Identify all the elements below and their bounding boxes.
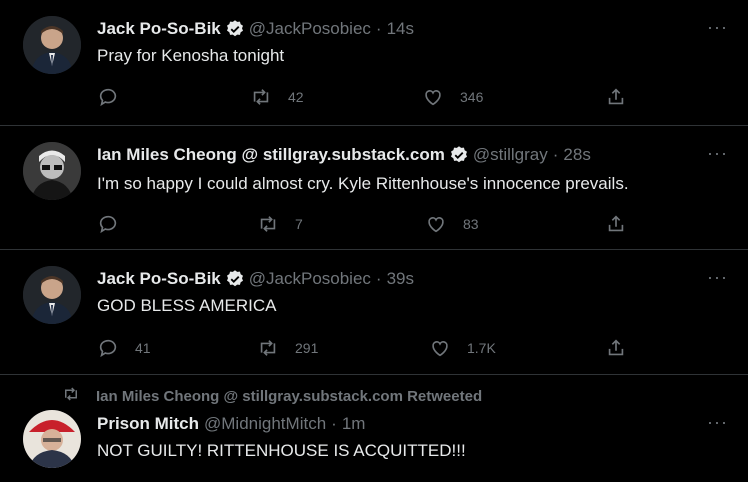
author-handle[interactable]: @JackPosobiec xyxy=(249,269,371,289)
retweet-button[interactable]: 291 xyxy=(257,336,318,360)
tweet-text: Pray for Kenosha tonight xyxy=(97,46,285,65)
more-icon[interactable]: ··· xyxy=(707,17,728,38)
tweet-header: Ian Miles Cheong @ stillgray.substack.co… xyxy=(97,144,591,166)
tweet-actions: 41 291 1.7K xyxy=(97,336,637,360)
reply-icon xyxy=(97,337,119,359)
tweet[interactable]: Jack Po-So-Bik @JackPosobiec · 14s ··· P… xyxy=(0,0,748,126)
more-icon[interactable]: ··· xyxy=(707,143,728,164)
separator: · xyxy=(331,414,337,433)
retweet-count: 42 xyxy=(288,89,304,105)
like-count: 346 xyxy=(460,89,484,105)
separator: · xyxy=(552,145,559,164)
timestamp[interactable]: 1m xyxy=(342,414,366,434)
tweet-header: Prison Mitch @MidnightMitch · 1m xyxy=(97,413,365,435)
like-icon xyxy=(429,337,451,359)
like-icon xyxy=(425,213,447,235)
more-icon[interactable]: ··· xyxy=(707,267,728,288)
like-button[interactable]: 346 xyxy=(422,85,483,109)
like-button[interactable]: 83 xyxy=(425,212,479,236)
reply-icon xyxy=(97,213,119,235)
like-count: 1.7K xyxy=(467,340,496,356)
author-name[interactable]: Prison Mitch xyxy=(97,414,199,434)
author-name[interactable]: Jack Po-So-Bik xyxy=(97,19,221,39)
retweet-icon xyxy=(257,337,279,359)
separator: · xyxy=(375,19,382,38)
tweet[interactable]: Ian Miles Cheong @ stillgray.substack.co… xyxy=(0,126,748,250)
share-button[interactable] xyxy=(605,85,627,109)
avatar[interactable] xyxy=(23,16,81,74)
avatar[interactable] xyxy=(23,142,81,200)
like-button[interactable]: 1.7K xyxy=(429,336,496,360)
more-icon[interactable]: ··· xyxy=(707,412,728,433)
like-icon xyxy=(422,86,444,108)
avatar[interactable] xyxy=(23,410,81,468)
share-icon xyxy=(605,337,627,359)
tweet-actions: 7 83 xyxy=(97,212,637,236)
share-icon xyxy=(605,86,627,108)
tweet-text: I'm so happy I could almost cry. Kyle Ri… xyxy=(97,174,629,193)
timestamp[interactable]: 39s xyxy=(387,269,414,289)
reply-button[interactable] xyxy=(97,212,135,236)
tweet-text: NOT GUILTY! RITTENHOUSE IS ACQUITTED!!! xyxy=(97,441,466,460)
tweet-header: Jack Po-So-Bik @JackPosobiec · 14s xyxy=(97,18,414,40)
share-button[interactable] xyxy=(605,212,627,236)
like-count: 83 xyxy=(463,216,479,232)
reply-icon xyxy=(97,86,119,108)
avatar[interactable] xyxy=(23,266,81,324)
retweet-button[interactable]: 42 xyxy=(250,85,304,109)
tweet[interactable]: Jack Po-So-Bik @JackPosobiec · 39s ··· G… xyxy=(0,250,748,375)
author-name[interactable]: Ian Miles Cheong @ stillgray.substack.co… xyxy=(97,145,445,165)
timestamp[interactable]: 28s xyxy=(563,145,590,165)
reply-button[interactable] xyxy=(97,85,135,109)
share-button[interactable] xyxy=(605,336,627,360)
separator: · xyxy=(375,269,382,288)
share-icon xyxy=(605,213,627,235)
retweet-count: 7 xyxy=(295,216,303,232)
author-name[interactable]: Jack Po-So-Bik xyxy=(97,269,221,289)
retweet-icon xyxy=(257,213,279,235)
retweet-button[interactable]: 7 xyxy=(257,212,303,236)
tweet-header: Jack Po-So-Bik @JackPosobiec · 39s xyxy=(97,268,414,290)
author-handle[interactable]: @JackPosobiec xyxy=(249,19,371,39)
tweet[interactable]: Prison Mitch @MidnightMitch · 1m ··· NOT… xyxy=(0,375,748,482)
verified-badge-icon xyxy=(225,269,245,289)
author-handle[interactable]: @stillgray xyxy=(473,145,548,165)
reply-button[interactable]: 41 xyxy=(97,336,151,360)
tweet-actions: 42 346 xyxy=(97,85,637,109)
reply-count: 41 xyxy=(135,340,151,356)
retweet-icon xyxy=(250,86,272,108)
verified-badge-icon xyxy=(449,145,469,165)
timestamp[interactable]: 14s xyxy=(387,19,414,39)
retweet-count: 291 xyxy=(295,340,319,356)
verified-badge-icon xyxy=(225,19,245,39)
author-handle[interactable]: @MidnightMitch xyxy=(204,414,326,434)
tweet-text: GOD BLESS AMERICA xyxy=(97,296,277,315)
